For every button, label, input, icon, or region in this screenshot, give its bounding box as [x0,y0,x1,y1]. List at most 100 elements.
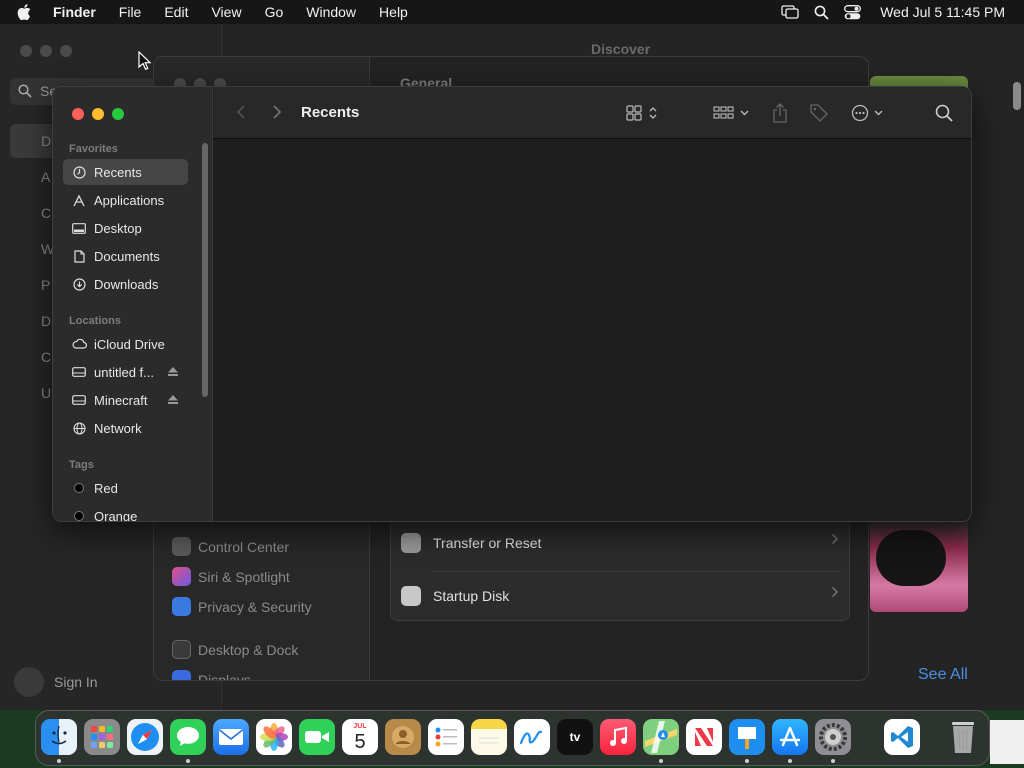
sidebar-item-tag-orange[interactable]: Orange [63,503,188,522]
sidebar-item-desktop[interactable]: Desktop [63,215,188,241]
settings-item-label: Privacy & Security [198,598,312,615]
spotlight-icon[interactable] [814,5,829,20]
background-scrollbar[interactable] [1013,82,1021,110]
sidebar-item-minecraft[interactable]: Minecraft [63,387,188,413]
back-chevron-icon[interactable] [236,104,246,120]
background-sidebar-item[interactable]: P [41,277,50,293]
dock-news-icon[interactable] [686,719,722,755]
dock-messages-icon[interactable] [170,719,206,755]
dock-notes-icon[interactable] [471,719,507,755]
sidebar-item-label: Applications [94,192,165,208]
settings-item-label: Displays [198,671,251,681]
avatar[interactable] [14,667,44,697]
background-sidebar-item[interactable]: U [41,385,51,401]
dock-music-icon[interactable] [600,719,636,755]
sidebar-item-documents[interactable]: Documents [63,243,188,269]
display-icon [172,670,191,680]
dock-maps-icon[interactable] [643,719,679,755]
menu-window[interactable]: Window [306,4,356,20]
background-zoom-button[interactable] [60,45,72,57]
background-close-button[interactable] [20,45,32,57]
share-icon[interactable] [772,103,788,123]
menu-edit[interactable]: Edit [164,4,188,20]
more-actions-icon[interactable] [851,104,887,122]
sidebar-scrollbar[interactable] [202,143,208,397]
menu-finder[interactable]: Finder [53,4,96,20]
sidebar-item-downloads[interactable]: Downloads [63,271,188,297]
menu-file[interactable]: File [119,4,142,20]
background-sidebar-item[interactable]: D [41,313,51,329]
minimize-button[interactable] [92,108,104,120]
settings-item-label: Control Center [198,538,290,555]
startup-disk-row[interactable]: Startup Disk [391,573,849,618]
dock-system-settings-icon[interactable] [815,719,851,755]
divider [431,571,841,572]
dock-reminders-icon[interactable] [428,719,464,755]
artwork-shape [876,530,946,586]
settings-item-label: Desktop & Dock [198,641,299,658]
sign-in-button[interactable]: Sign In [54,674,98,690]
calendar-day-label: 5 [354,730,366,753]
sidebar-item-tag-red[interactable]: Red [63,475,188,501]
drive-icon [71,395,87,405]
sidebar-item-untitled-folder[interactable]: untitled f... [63,359,188,385]
sidebar-item-label: Orange [94,508,138,522]
menu-clock[interactable]: Wed Jul 5 11:45 PM [880,4,1005,20]
drive-icon [71,367,87,377]
sidebar-item-icloud-drive[interactable]: iCloud Drive [63,331,188,357]
sidebar-item-network[interactable]: Network [63,415,188,441]
dock-launchpad-icon[interactable] [84,719,120,755]
sidebar-item-applications[interactable]: Applications [63,187,188,213]
dock-photos-icon[interactable] [256,719,292,755]
hand-icon [172,597,191,616]
control-center-icon[interactable] [844,4,862,20]
eject-icon[interactable] [168,395,178,404]
finder-content-area[interactable] [214,140,971,521]
apple-menu-icon[interactable] [17,3,33,21]
background-sidebar-item[interactable]: A [41,169,50,185]
dock-vscode-icon[interactable] [884,719,920,755]
transfer-or-reset-row[interactable]: Transfer or Reset [391,520,849,565]
view-grid-icon[interactable] [625,104,661,122]
startup-disk-icon [401,585,421,606]
screen-mirroring-icon[interactable] [781,5,799,19]
zoom-button[interactable] [112,108,124,120]
settings-item-desktop-dock[interactable]: Desktop & Dock [172,640,298,659]
settings-item-siri-spotlight[interactable]: Siri & Spotlight [172,567,290,586]
dock-calendar-icon[interactable]: JUL 5 [342,719,378,755]
background-sidebar-item[interactable]: C [41,205,51,221]
background-sidebar-item[interactable]: C [41,349,51,365]
dock-app-store-icon[interactable] [772,719,808,755]
settings-item-displays[interactable]: Displays [172,670,251,681]
dock-apple-tv-icon[interactable]: tv [557,719,593,755]
menu-go[interactable]: Go [265,4,284,20]
search-icon[interactable] [935,104,953,122]
menu-help[interactable]: Help [379,4,408,20]
sidebar-item-label: iCloud Drive [94,336,165,352]
tag-icon[interactable] [809,103,829,123]
dock-finder-icon[interactable] [41,719,77,755]
siri-icon [172,567,191,586]
close-button[interactable] [72,108,84,120]
sidebar-item-recents[interactable]: Recents [63,159,188,185]
calendar-month-label: JUL [353,722,367,730]
background-minimize-button[interactable] [40,45,52,57]
dock-safari-icon[interactable] [127,719,163,755]
background-sidebar-item[interactable]: D [41,133,51,149]
cloud-icon [71,339,87,349]
settings-item-control-center[interactable]: Control Center [172,537,289,556]
dock-contacts-icon[interactable] [385,719,421,755]
row-label: Startup Disk [433,587,510,604]
dock-keynote-icon[interactable] [729,719,765,755]
group-by-icon[interactable] [713,105,751,121]
menu-view[interactable]: View [211,4,241,20]
dock-facetime-icon[interactable] [299,719,335,755]
settings-item-privacy-security[interactable]: Privacy & Security [172,597,312,616]
forward-chevron-icon[interactable] [272,104,282,120]
dock-trash-icon[interactable] [945,719,981,755]
dock: JUL 5 tv [35,710,990,766]
dock-mail-icon[interactable] [213,719,249,755]
see-all-link[interactable]: See All [918,666,968,684]
eject-icon[interactable] [168,367,178,376]
dock-freeform-icon[interactable] [514,719,550,755]
